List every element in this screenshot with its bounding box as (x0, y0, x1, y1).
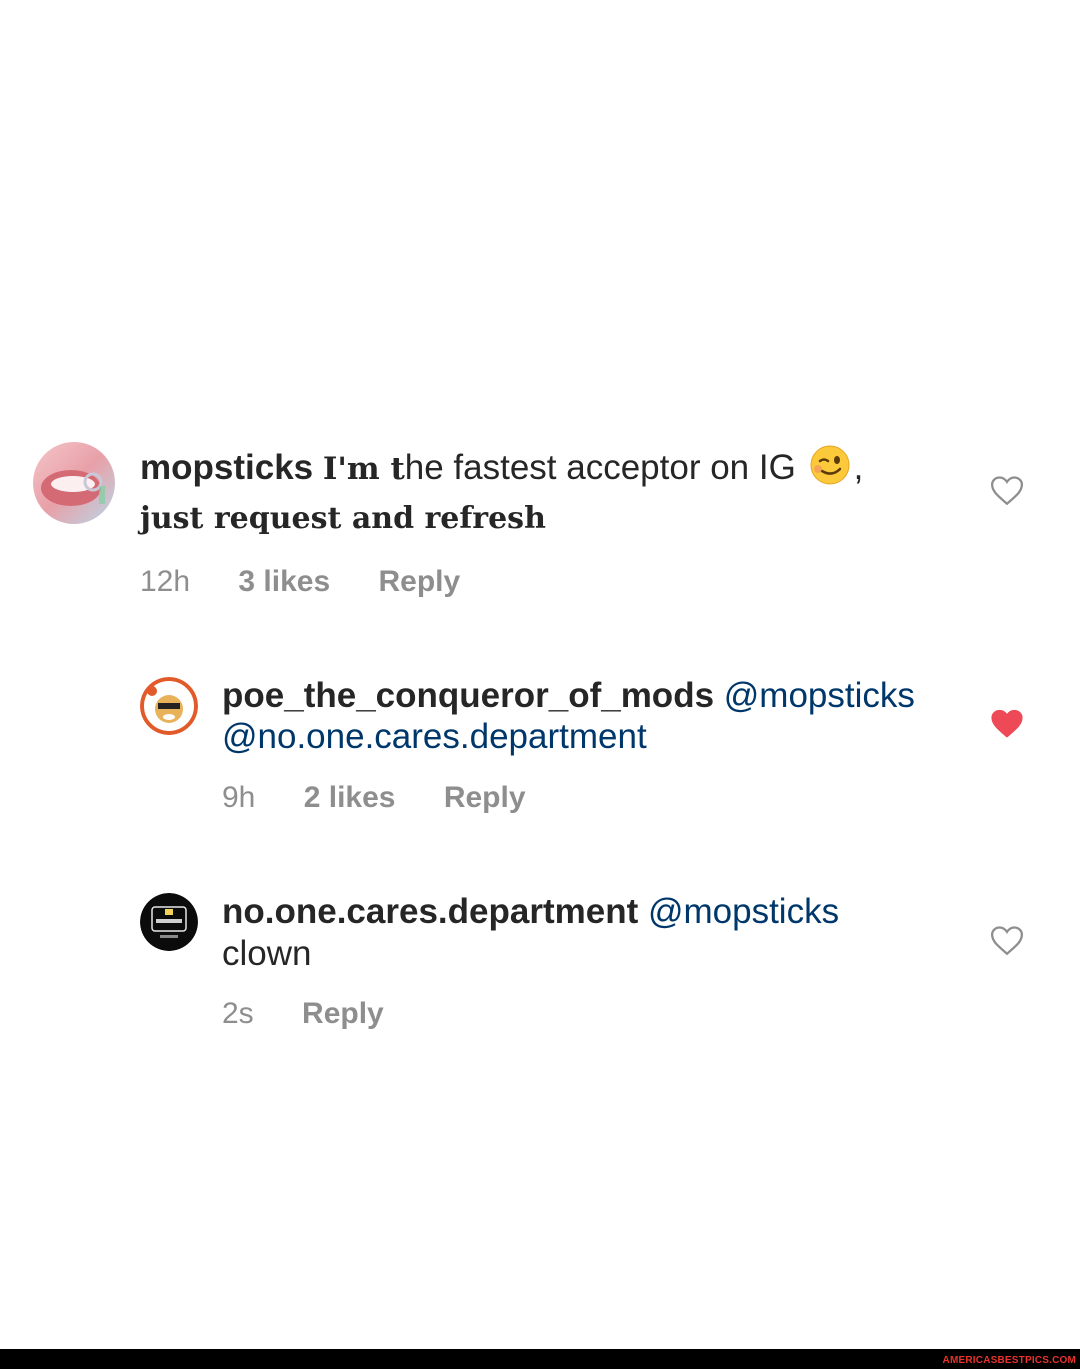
mention-link[interactable]: @mopsticks (648, 892, 839, 931)
timestamp: 12h (140, 565, 191, 598)
mention-link[interactable]: @mopsticks (724, 676, 915, 715)
comment-meta: 12h 3 likes Reply (140, 565, 500, 599)
heart-outline-icon[interactable] (990, 925, 1024, 957)
likes-count[interactable]: 3 likes (238, 565, 330, 598)
reply-button[interactable]: Reply (302, 997, 384, 1030)
comment-body: poe_the_conqueror_of_mods @mopsticks (222, 675, 962, 717)
footer-bar: AMERICASBESTPICS.COM (0, 1349, 1080, 1369)
username-link[interactable]: poe_the_conqueror_of_mods (222, 676, 714, 715)
comment-text: he fastest acceptor on IG (404, 448, 796, 487)
comment-text-line2: @no.one.cares.department (222, 716, 962, 758)
username-link[interactable]: mopsticks (140, 448, 313, 487)
comment-body: mopsticks I'm the fastest acceptor on IG… (140, 445, 940, 490)
timestamp: 9h (222, 781, 256, 814)
avatar-mopsticks[interactable] (33, 442, 115, 524)
comment-meta: 2s Reply (222, 997, 424, 1031)
watermark: AMERICASBESTPICS.COM (942, 1355, 1076, 1366)
reply-button[interactable]: Reply (379, 565, 461, 598)
comment-text-punct: , (853, 448, 864, 487)
timestamp: 2s (222, 997, 254, 1030)
heart-outline-icon[interactable] (990, 475, 1024, 507)
mention-link[interactable]: @no.one.cares.department (222, 717, 647, 756)
comment-text-line2: clown (222, 934, 312, 973)
avatar-no-one-cares[interactable] (140, 893, 198, 951)
winking-face-emoji-icon (810, 445, 850, 485)
comment-text-line2: just request and refresh (140, 501, 546, 536)
heart-filled-icon[interactable] (990, 708, 1024, 740)
reply-button[interactable]: Reply (444, 781, 526, 814)
comment-meta: 9h 2 likes Reply (222, 781, 566, 815)
avatar-poe[interactable] (140, 677, 198, 735)
likes-count[interactable]: 2 likes (304, 781, 396, 814)
comment-body: no.one.cares.department @mopsticks (222, 891, 962, 933)
username-link[interactable]: no.one.cares.department (222, 892, 638, 931)
comment-text-styled: I'm t (322, 451, 405, 487)
